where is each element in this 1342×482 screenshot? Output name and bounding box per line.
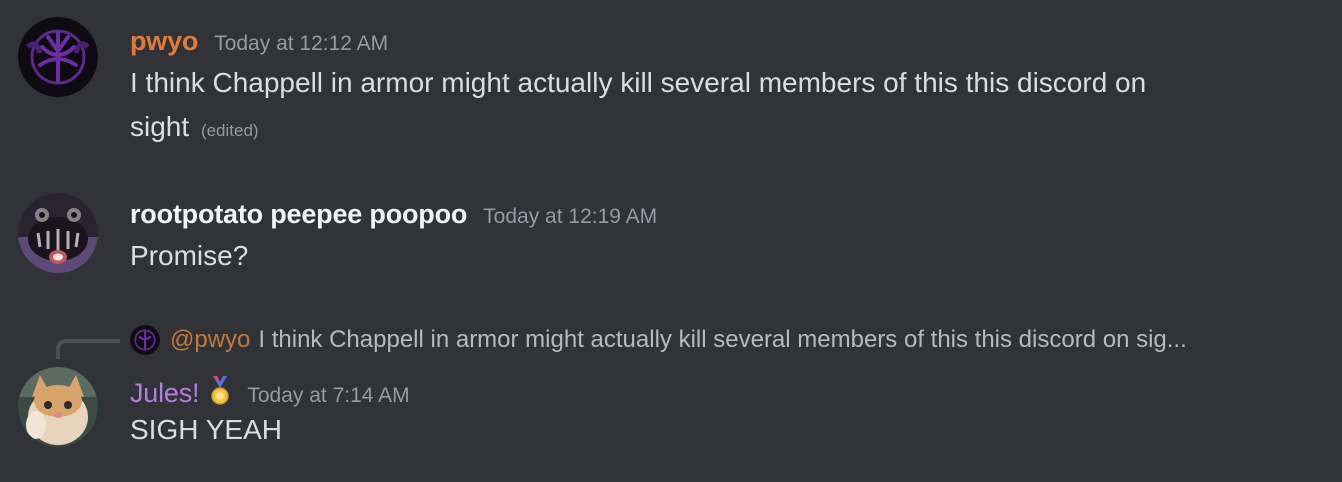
message-content: Promise? (130, 234, 1280, 278)
reply-text[interactable]: I think Chappell in armor might actually… (258, 326, 1186, 354)
message-content: I think Chappell in armor might actually… (130, 61, 1280, 153)
username[interactable]: rootpotato peepee poopoo (130, 199, 467, 230)
reply-connector (56, 339, 120, 359)
timestamp[interactable]: Today at 7:14 AM (247, 384, 409, 408)
edited-label: (edited) (200, 121, 259, 140)
purple-emblem-avatar (130, 325, 160, 355)
medal-icon (209, 376, 231, 406)
rootpotato-avatar[interactable] (18, 193, 98, 273)
message-text-continuation: sight (130, 111, 190, 142)
message-header: Jules! Today at 7:14 AM (130, 372, 410, 409)
message-text-line: sight (edited) (130, 105, 1280, 153)
timestamp[interactable]: Today at 12:12 AM (214, 32, 388, 56)
purple-emblem-avatar (18, 17, 98, 97)
pwyo-avatar[interactable] (18, 17, 98, 97)
timestamp[interactable]: Today at 12:19 AM (483, 205, 657, 229)
message-text-line: Promise? (130, 240, 249, 271)
jules-avatar[interactable] (18, 367, 98, 447)
reply-mention[interactable]: @pwyo (170, 326, 250, 354)
cat-avatar (18, 367, 98, 447)
username[interactable]: Jules! (130, 378, 200, 409)
reply-avatar (130, 325, 160, 355)
message-text-line: SIGH YEAH (130, 414, 282, 445)
message-text-line: I think Chappell in armor might actually… (130, 67, 1147, 98)
message-content: SIGH YEAH (130, 408, 1280, 452)
chat-messages: pwyo Today at 12:12 AM I think Chappell … (0, 0, 1342, 482)
reply-reference[interactable]: @pwyo I think Chappell in armor might ac… (130, 322, 1187, 358)
message-header: rootpotato peepee poopoo Today at 12:19 … (130, 199, 657, 230)
username[interactable]: pwyo (130, 26, 198, 57)
dark-faces-avatar (18, 193, 98, 273)
message-header: pwyo Today at 12:12 AM (130, 26, 388, 57)
